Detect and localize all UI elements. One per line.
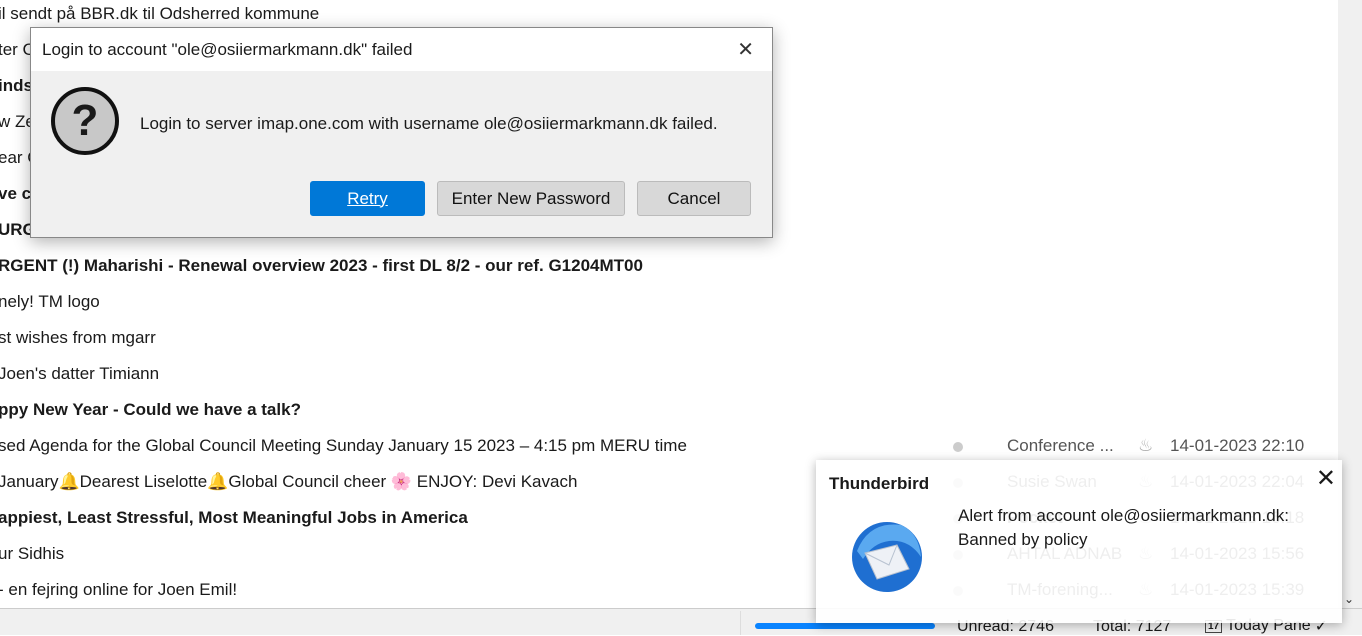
dialog-title: Login to account "ole@osiiermarkmann.dk"… <box>42 40 413 59</box>
enter-new-password-button[interactable]: Enter New Password <box>437 181 625 216</box>
message-subject: January🔔Dearest Liselotte🔔Global Council… <box>0 472 578 491</box>
dialog-message: Login to server imap.one.com with userna… <box>140 114 718 133</box>
message-row[interactable]: RGENT (!) Maharishi - Renewal overview 2… <box>0 252 1338 288</box>
message-sender: Conference ... <box>1007 436 1114 455</box>
divider <box>740 611 741 635</box>
message-row[interactable]: nely! TM logo <box>0 288 1338 324</box>
message-subject: st wishes from mgarr <box>0 328 156 347</box>
message-subject: il sendt på BBR.dk til Odsherred kommune <box>0 4 320 23</box>
read-status-icon[interactable] <box>953 442 963 452</box>
login-failed-dialog: Login to account "ole@osiiermarkmann.dk"… <box>30 27 773 238</box>
toast-message-line2: Banned by policy <box>958 530 1088 549</box>
message-subject: nely! TM logo <box>0 292 100 311</box>
message-subject: ppy New Year - Could we have a talk? <box>0 400 301 419</box>
message-subject: inds <box>0 76 33 95</box>
message-subject: ur Sidhis <box>0 544 65 563</box>
close-icon[interactable]: ✕ <box>737 37 754 62</box>
message-subject: - en fejring online for Joen Emil! <box>0 580 238 599</box>
toast-message-line1: Alert from account ole@osiiermarkmann.dk… <box>958 506 1289 525</box>
progress-bar <box>755 623 935 629</box>
notification-toast[interactable]: Thunderbird ✕ Alert from account ole@osi… <box>816 460 1342 623</box>
cancel-button[interactable]: Cancel <box>637 181 751 216</box>
message-row[interactable]: Joen's datter Timiann <box>0 360 1338 396</box>
message-date: 14-01-2023 22:10 <box>1170 436 1305 455</box>
junk-status-icon[interactable]: ♨ <box>1138 432 1153 460</box>
retry-button[interactable]: Retry <box>310 181 425 216</box>
message-subject: RGENT (!) Maharishi - Renewal overview 2… <box>0 256 643 275</box>
thunderbird-logo-icon <box>852 522 922 592</box>
message-subject: Joen's datter Timiann <box>0 364 160 383</box>
dialog-titlebar: Login to account "ole@osiiermarkmann.dk"… <box>31 28 772 71</box>
close-icon[interactable]: ✕ <box>1316 464 1336 493</box>
question-icon: ? <box>51 87 119 155</box>
message-subject: sed Agenda for the Global Council Meetin… <box>0 436 687 455</box>
message-subject: appiest, Least Stressful, Most Meaningfu… <box>0 508 468 527</box>
chevron-down-icon[interactable]: ⌄ <box>1344 592 1354 606</box>
message-row[interactable]: st wishes from mgarr <box>0 324 1338 360</box>
message-row[interactable]: ppy New Year - Could we have a talk? <box>0 396 1338 432</box>
toast-title: Thunderbird <box>829 474 930 493</box>
